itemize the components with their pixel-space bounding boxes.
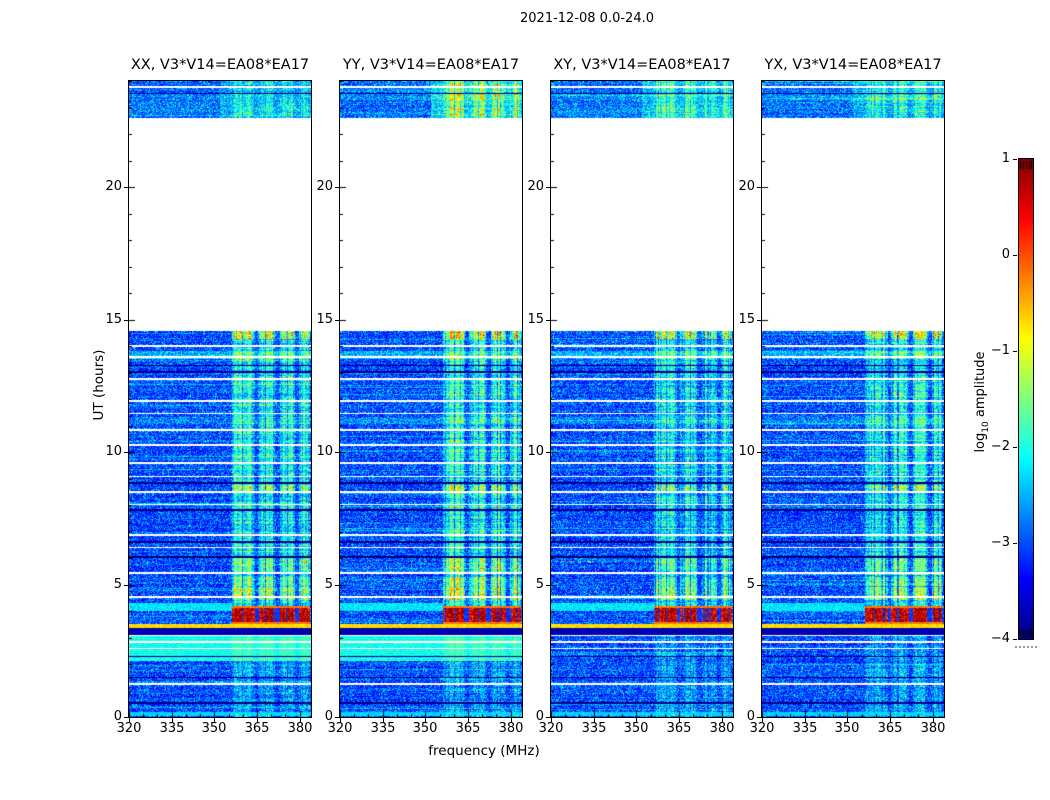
colorbar-tick-mark — [1013, 543, 1017, 544]
y-tick-label: 0 — [535, 709, 544, 724]
x-tick-label: 350 — [834, 721, 860, 736]
y-tick-mark — [335, 187, 339, 188]
y-axis-label: UT (hours) — [91, 349, 107, 421]
spectrogram-figure: 2021-12-08 0.0-24.0 UT (hours) frequency… — [0, 0, 1050, 800]
colorbar-dotted-edge — [1015, 646, 1037, 648]
panel-title-xy: XY, V3*V14=EA08*EA17 — [553, 57, 731, 73]
y-tick-mark — [757, 452, 761, 453]
y-tick-label: 5 — [535, 577, 544, 592]
x-tick-label: 365 — [877, 721, 903, 736]
y-tick-mark — [335, 717, 339, 718]
y-tick-mark — [335, 320, 339, 321]
spectrogram-canvas-xy — [551, 81, 733, 717]
y-tick-label: 20 — [738, 179, 755, 194]
colorbar-tick-label: −3 — [990, 535, 1010, 550]
y-tick-mark — [546, 452, 550, 453]
panel-title-yy: YY, V3*V14=EA08*EA17 — [342, 57, 520, 73]
y-tick-label: 5 — [746, 577, 755, 592]
colorbar-tick-mark — [1013, 255, 1017, 256]
x-tick-label: 365 — [244, 721, 270, 736]
x-tick-label: 335 — [159, 721, 185, 736]
x-tick-label: 335 — [370, 721, 396, 736]
y-tick-label: 5 — [113, 577, 122, 592]
y-tick-mark — [124, 585, 128, 586]
x-tick-label: 350 — [201, 721, 227, 736]
spectrogram-canvas-yy — [340, 81, 522, 717]
y-tick-label: 0 — [746, 709, 755, 724]
spectrogram-canvas-xx — [129, 81, 311, 717]
y-tick-label: 10 — [316, 444, 333, 459]
x-tick-label: 350 — [412, 721, 438, 736]
x-tick-label: 335 — [792, 721, 818, 736]
y-tick-label: 0 — [324, 709, 333, 724]
y-tick-mark — [335, 452, 339, 453]
y-tick-mark — [546, 320, 550, 321]
y-tick-label: 20 — [316, 179, 333, 194]
colorbar-tick-label: 1 — [1001, 151, 1010, 166]
spectrogram-panel-yy — [339, 80, 523, 718]
panel-title-yx: YX, V3*V14=EA08*EA17 — [764, 57, 942, 73]
y-tick-label: 15 — [316, 312, 333, 327]
y-tick-label: 10 — [527, 444, 544, 459]
x-tick-label: 335 — [581, 721, 607, 736]
y-tick-mark — [757, 585, 761, 586]
y-tick-mark — [124, 187, 128, 188]
colorbar-tick-mark — [1013, 351, 1017, 352]
x-tick-label: 365 — [455, 721, 481, 736]
y-tick-mark — [124, 452, 128, 453]
x-tick-label: 365 — [666, 721, 692, 736]
y-tick-label: 20 — [527, 179, 544, 194]
y-tick-label: 15 — [527, 312, 544, 327]
colorbar-tick-label: 0 — [1001, 247, 1010, 262]
figure-title: 2021-12-08 0.0-24.0 — [520, 11, 654, 26]
y-tick-label: 0 — [113, 709, 122, 724]
y-tick-label: 20 — [105, 179, 122, 194]
x-axis-label: frequency (MHz) — [428, 743, 540, 759]
spectrogram-panel-yx — [761, 80, 945, 718]
y-tick-mark — [335, 585, 339, 586]
y-tick-mark — [124, 320, 128, 321]
y-tick-label: 10 — [738, 444, 755, 459]
colorbar-tick-mark — [1013, 159, 1017, 160]
panel-title-xx: XX, V3*V14=EA08*EA17 — [130, 57, 310, 73]
y-tick-mark — [757, 320, 761, 321]
colorbar-tick-mark — [1013, 447, 1017, 448]
y-tick-label: 10 — [105, 444, 122, 459]
colorbar-label-prefix: log — [973, 432, 989, 453]
y-tick-label: 5 — [324, 577, 333, 592]
x-tick-label: 350 — [623, 721, 649, 736]
x-tick-label: 380 — [920, 721, 946, 736]
colorbar-label-sub: 10 — [980, 421, 991, 433]
colorbar-tick-mark — [1013, 639, 1017, 640]
y-tick-mark — [546, 717, 550, 718]
y-tick-mark — [124, 717, 128, 718]
colorbar — [1018, 158, 1034, 640]
y-tick-mark — [757, 187, 761, 188]
colorbar-gradient — [1019, 159, 1033, 639]
colorbar-label: log10 amplitude — [973, 351, 991, 452]
colorbar-tick-label: −4 — [990, 631, 1010, 646]
y-tick-mark — [546, 585, 550, 586]
spectrogram-panel-xx — [128, 80, 312, 718]
y-tick-label: 15 — [105, 312, 122, 327]
y-tick-label: 15 — [738, 312, 755, 327]
spectrogram-panel-xy — [550, 80, 734, 718]
colorbar-label-suffix: amplitude — [973, 351, 989, 422]
y-tick-mark — [757, 717, 761, 718]
y-tick-mark — [546, 187, 550, 188]
spectrogram-canvas-yx — [762, 81, 944, 717]
